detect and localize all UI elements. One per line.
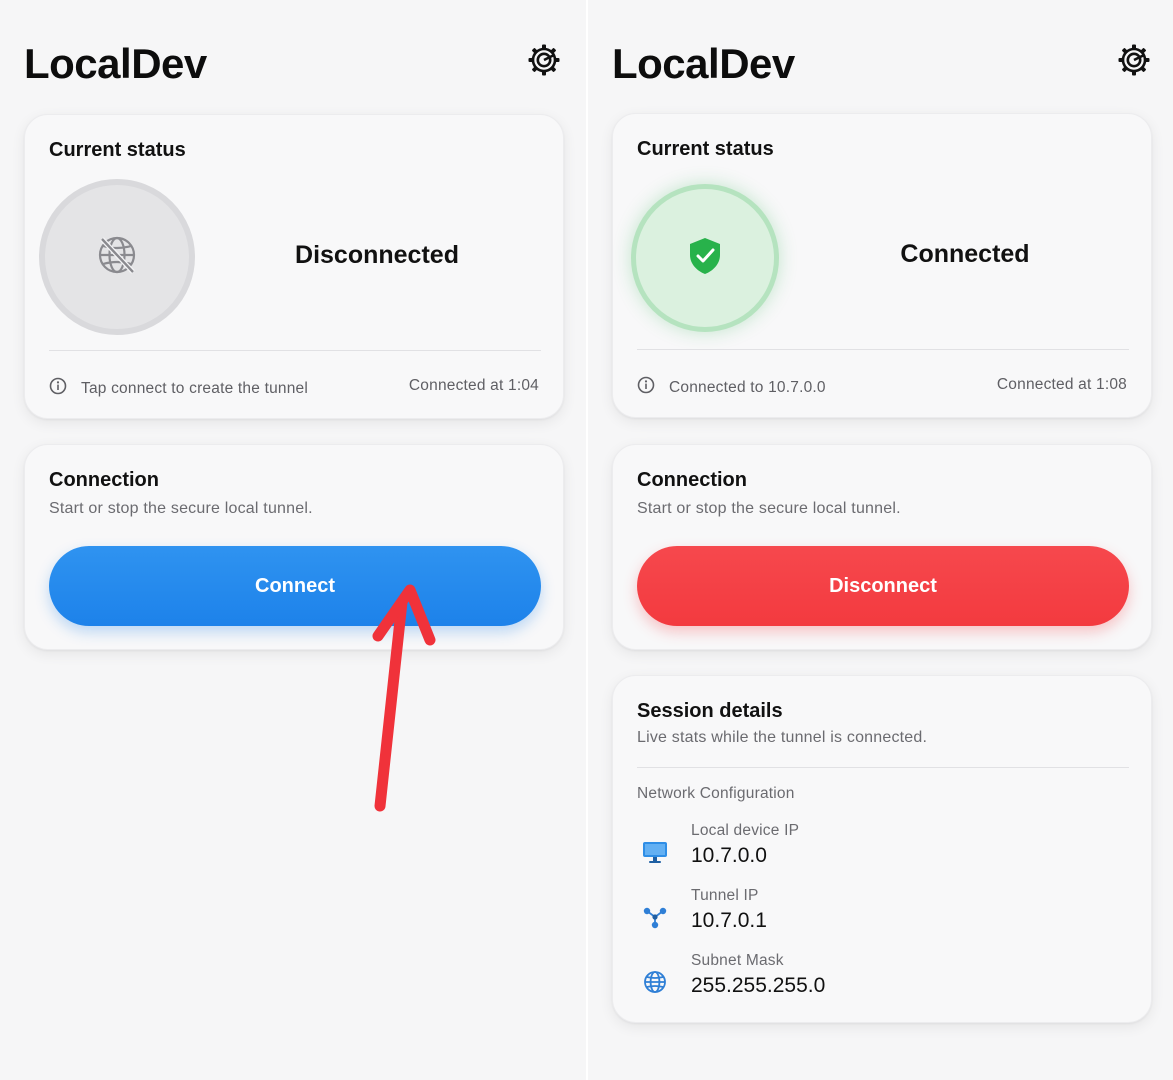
detail-label: Local device IP bbox=[691, 822, 800, 839]
screen-disconnected: LocalDev Current status Disconnected Tap… bbox=[0, 0, 586, 1080]
settings-button[interactable] bbox=[1116, 44, 1152, 80]
status-info: Connected to 10.7.0.0 bbox=[637, 376, 826, 399]
shield-check-icon bbox=[687, 236, 723, 281]
status-label: Connected bbox=[900, 240, 1030, 268]
detail-value: 10.7.0.1 bbox=[691, 909, 767, 932]
network-config-label: Network Configuration bbox=[637, 785, 795, 802]
disconnect-button[interactable]: Disconnect bbox=[637, 546, 1129, 626]
divider bbox=[637, 767, 1129, 768]
divider bbox=[637, 349, 1129, 350]
session-card-title: Session details bbox=[637, 700, 783, 722]
app-title: LocalDev bbox=[612, 40, 795, 87]
status-info-text: Connected to 10.7.0.0 bbox=[669, 378, 826, 396]
gear-icon bbox=[1117, 43, 1151, 82]
connected-time: Connected at 1:08 bbox=[996, 376, 1127, 393]
status-card: Current status Disconnected Tap connect … bbox=[24, 114, 564, 419]
status-label: Disconnected bbox=[295, 241, 459, 269]
session-details-card: Session details Live stats while the tun… bbox=[612, 675, 1152, 1023]
globe-slash-icon bbox=[95, 233, 139, 282]
globe-icon bbox=[639, 966, 671, 998]
settings-button[interactable] bbox=[526, 44, 562, 80]
detail-row-tunnel-ip: Tunnel IP 10.7.0.1 bbox=[637, 887, 1117, 943]
divider bbox=[49, 350, 541, 351]
connect-button[interactable]: Connect bbox=[49, 546, 541, 626]
status-indicator bbox=[39, 179, 195, 335]
info-icon bbox=[637, 376, 655, 399]
status-info-text: Tap connect to create the tunnel bbox=[81, 379, 308, 397]
info-icon bbox=[49, 377, 67, 400]
connection-card-subtitle: Start or stop the secure local tunnel. bbox=[637, 500, 901, 517]
detail-row-subnet-mask: Subnet Mask 255.255.255.0 bbox=[637, 952, 1117, 1008]
screen-connected: LocalDev Current status Connected Connec… bbox=[588, 0, 1173, 1080]
connection-card: Connection Start or stop the secure loca… bbox=[612, 444, 1152, 650]
status-card-title: Current status bbox=[637, 138, 774, 160]
connection-card-title: Connection bbox=[49, 469, 159, 491]
detail-value: 255.255.255.0 bbox=[691, 974, 826, 997]
status-indicator bbox=[631, 184, 779, 332]
detail-value: 10.7.0.0 bbox=[691, 844, 767, 867]
session-card-subtitle: Live stats while the tunnel is connected… bbox=[637, 729, 928, 746]
detail-row-local-ip: Local device IP 10.7.0.0 bbox=[637, 822, 1117, 878]
status-card: Current status Connected Connected to 10… bbox=[612, 113, 1152, 418]
connection-card-subtitle: Start or stop the secure local tunnel. bbox=[49, 500, 313, 517]
monitor-icon bbox=[639, 836, 671, 868]
connection-card-title: Connection bbox=[637, 469, 747, 491]
app-title: LocalDev bbox=[24, 40, 207, 87]
detail-label: Tunnel IP bbox=[691, 887, 759, 904]
gear-icon bbox=[527, 43, 561, 82]
status-card-title: Current status bbox=[49, 139, 186, 161]
status-info: Tap connect to create the tunnel bbox=[49, 377, 308, 400]
network-nodes-icon bbox=[639, 901, 671, 933]
connected-time: Connected at 1:04 bbox=[408, 377, 539, 394]
detail-label: Subnet Mask bbox=[691, 952, 784, 969]
connection-card: Connection Start or stop the secure loca… bbox=[24, 444, 564, 650]
